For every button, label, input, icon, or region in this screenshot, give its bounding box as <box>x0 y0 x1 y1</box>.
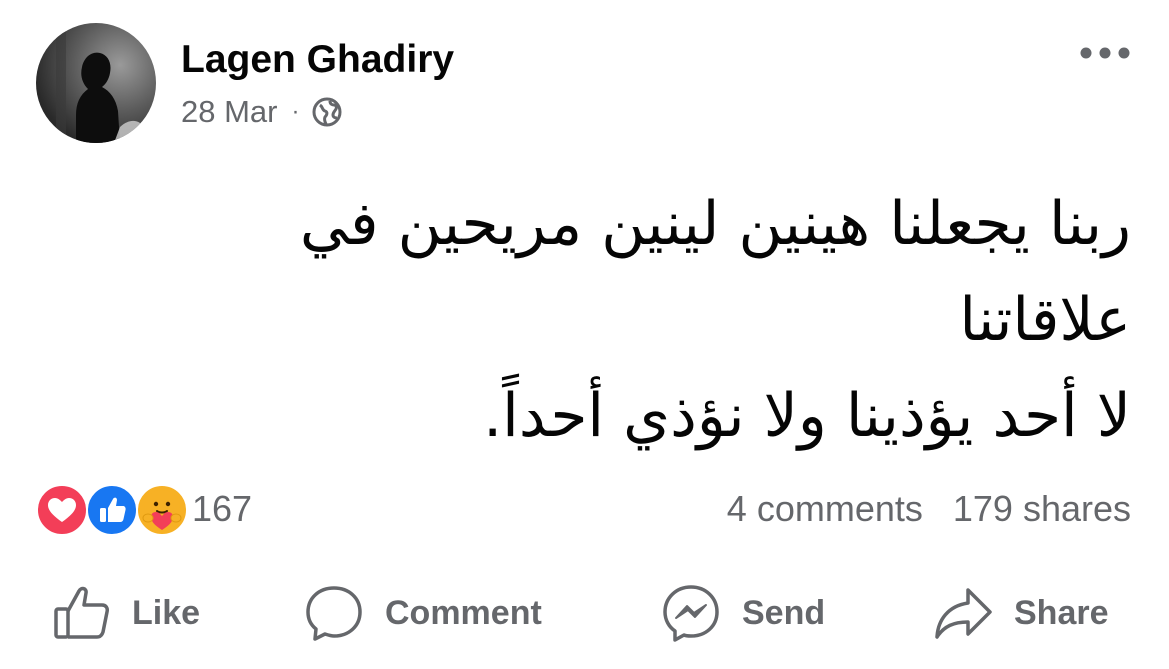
post-text-line: ربنا يجعلنا هينين لينين مريحين في <box>299 189 1131 259</box>
post-date[interactable]: 28 Mar <box>181 94 277 130</box>
share-icon <box>935 588 992 639</box>
post-meta: 28 Mar · <box>181 93 343 131</box>
reactions-summary[interactable]: 167 <box>36 484 253 536</box>
love-reaction-icon <box>36 484 88 536</box>
share-button[interactable]: Share <box>932 578 1109 648</box>
post-stats: 4 comments 179 shares <box>727 484 1131 534</box>
globe-icon <box>311 96 343 128</box>
comment-button[interactable]: Comment <box>303 578 542 648</box>
more-options-button[interactable] <box>1078 38 1132 68</box>
avatar[interactable] <box>36 23 156 143</box>
post-text-line: علاقاتنا <box>959 285 1131 355</box>
comments-count-link[interactable]: 4 comments <box>727 488 923 530</box>
post-text: ربنا يجعلنا هينين لينين مريحين في علاقات… <box>51 176 1131 464</box>
care-reaction-icon <box>136 484 188 536</box>
like-button[interactable]: Like <box>52 578 200 648</box>
messenger-icon <box>663 585 719 642</box>
avatar-photo <box>56 23 144 143</box>
meta-separator: · <box>291 98 300 125</box>
post-card: Lagen Ghadiry 28 Mar · ربنا يجعلنا هينين… <box>0 0 1169 669</box>
like-label: Like <box>132 593 201 632</box>
shares-count-link[interactable]: 179 shares <box>953 488 1131 530</box>
comment-label: Comment <box>385 593 542 632</box>
like-icon <box>54 586 109 639</box>
more-options-icon <box>1080 47 1130 59</box>
post-actions: Like Comment Send Share <box>0 578 1169 648</box>
share-label: Share <box>1014 593 1109 632</box>
send-label: Send <box>742 593 826 632</box>
comment-icon <box>306 586 362 641</box>
reaction-count: 167 <box>192 488 253 529</box>
reaction-icons <box>36 484 188 536</box>
send-button[interactable]: Send <box>660 578 825 648</box>
post-text-line: لا أحد يؤذينا ولا نؤذي أحداً. <box>483 381 1131 451</box>
author-name[interactable]: Lagen Ghadiry <box>181 38 454 82</box>
like-reaction-icon <box>86 484 138 536</box>
